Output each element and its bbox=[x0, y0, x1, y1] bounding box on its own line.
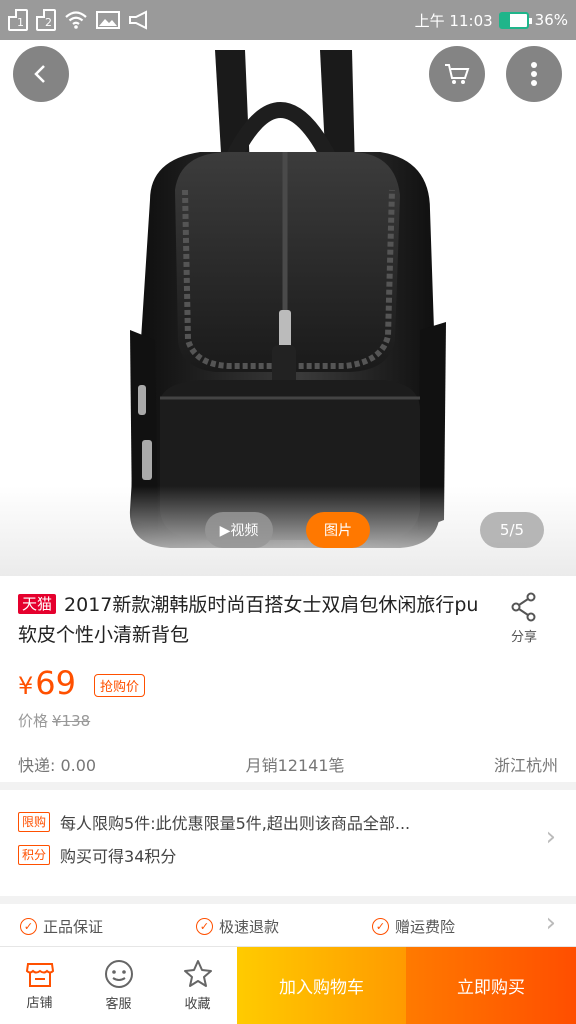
chevron-right-icon: › bbox=[545, 822, 556, 852]
gallery-notification-icon bbox=[96, 11, 120, 29]
original-price-label: 价格 bbox=[18, 712, 49, 730]
delivery-meta-row: 快递: 0.00 月销12141笔 浙江杭州 bbox=[18, 752, 558, 776]
store-label: 店铺 bbox=[26, 996, 53, 1011]
price-currency: ¥ bbox=[18, 672, 34, 700]
sim1-icon: 1 bbox=[8, 9, 28, 31]
video-tab[interactable]: ▶视频 bbox=[205, 512, 273, 548]
original-price: 价格 ¥138 bbox=[18, 710, 90, 731]
favorite-button[interactable]: 收藏 bbox=[158, 947, 237, 1024]
promotion-points-tag: 积分 bbox=[18, 845, 51, 865]
store-icon bbox=[25, 963, 54, 987]
battery-icon bbox=[498, 11, 532, 29]
video-tab-label: ▶视频 bbox=[219, 523, 259, 539]
ship-location: 浙江杭州 bbox=[493, 756, 558, 775]
current-price: ¥ 69 bbox=[18, 664, 76, 702]
shopping-cart-icon bbox=[445, 64, 470, 84]
share-button[interactable]: 分享 bbox=[502, 592, 546, 645]
original-price-value: ¥138 bbox=[52, 712, 91, 730]
sim2-label: 2 bbox=[45, 16, 52, 29]
product-title: 天猫 2017新款潮韩版时尚百搭女士双肩包休闲旅行pu软皮个性小清新背包 bbox=[18, 590, 488, 650]
battery-fill bbox=[500, 13, 511, 27]
sim1-label: 1 bbox=[17, 16, 24, 29]
wifi-icon bbox=[65, 11, 87, 29]
star-icon bbox=[183, 960, 212, 987]
product-title-text: 2017新款潮韩版时尚百搭女士双肩包休闲旅行pu软皮个性小清新背包 bbox=[18, 594, 479, 646]
buy-now-label: 立即购买 bbox=[457, 978, 525, 998]
price-value: 69 bbox=[35, 664, 76, 702]
buy-now-button[interactable]: 立即购买 bbox=[406, 947, 576, 1024]
bottom-action-bar: 店铺 客服 收藏 加入购物车 立即购买 bbox=[0, 946, 576, 1024]
add-to-cart-button[interactable]: 加入购物车 bbox=[237, 947, 406, 1024]
shipping-fee: 快递: 0.00 bbox=[18, 756, 97, 775]
monthly-sales: 月销12141笔 bbox=[245, 756, 345, 775]
product-image-gallery[interactable]: ▶视频 图片 5/5 bbox=[0, 40, 576, 576]
volume-notification-icon bbox=[129, 10, 147, 30]
promotions-section[interactable]: 限购 每人限购5件:此优惠限量5件,超出则该商品全部... 积分 购买可得34积… bbox=[0, 790, 576, 896]
customer-service-button[interactable]: 客服 bbox=[79, 947, 158, 1024]
customer-service-icon bbox=[104, 960, 133, 988]
promotion-points-text: 购买可得34积分 bbox=[60, 847, 177, 866]
page-indicator: 5/5 bbox=[480, 512, 544, 548]
share-icon bbox=[511, 592, 536, 622]
back-button[interactable] bbox=[13, 46, 69, 102]
chevron-left-icon bbox=[34, 65, 45, 83]
page-indicator-label: 5/5 bbox=[499, 521, 525, 539]
photo-tab-label: 图片 bbox=[324, 523, 352, 539]
more-button[interactable] bbox=[506, 46, 562, 102]
promotion-limit-tag: 限购 bbox=[18, 812, 51, 832]
more-vertical-icon bbox=[531, 62, 537, 86]
product-info: 天猫 2017新款潮韩版时尚百搭女士双肩包休闲旅行pu软皮个性小清新背包 分享 ¥… bbox=[0, 576, 576, 782]
cart-button[interactable] bbox=[429, 46, 485, 102]
chevron-right-icon: › bbox=[545, 908, 556, 938]
guarantee-genuine-label: 正品保证 bbox=[43, 917, 104, 936]
check-circle-icon: ✓ bbox=[372, 917, 389, 935]
store-button[interactable]: 店铺 bbox=[0, 947, 79, 1024]
add-to-cart-label: 加入购物车 bbox=[279, 978, 364, 998]
tmall-badge: 天猫 bbox=[18, 594, 57, 614]
check-circle-icon: ✓ bbox=[20, 917, 37, 935]
guarantee-refund: ✓ 极速退款 bbox=[196, 916, 279, 937]
check-circle-icon: ✓ bbox=[196, 917, 213, 935]
flash-sale-badge: 抢购价 bbox=[94, 674, 146, 697]
guarantee-genuine: ✓ 正品保证 bbox=[20, 916, 103, 937]
sim2-icon: 2 bbox=[36, 9, 56, 31]
guarantee-refund-label: 极速退款 bbox=[219, 917, 280, 936]
clock: 上午 11:03 bbox=[414, 11, 493, 30]
status-bar: 1 2 上午 11:03 36% bbox=[0, 0, 576, 40]
photo-tab[interactable]: 图片 bbox=[306, 512, 370, 548]
promotion-limit-row: 限购 每人限购5件:此优惠限量5件,超出则该商品全部... bbox=[18, 810, 410, 834]
promotion-limit-text: 每人限购5件:此优惠限量5件,超出则该商品全部... bbox=[60, 814, 411, 833]
share-label: 分享 bbox=[510, 630, 537, 645]
favorite-label: 收藏 bbox=[184, 997, 211, 1012]
promotion-points-row: 积分 购买可得34积分 bbox=[18, 843, 176, 867]
guarantee-shipping-insurance: ✓ 赠运费险 bbox=[372, 916, 455, 937]
battery-percent: 36% bbox=[534, 11, 568, 29]
guarantees-row[interactable]: ✓ 正品保证 ✓ 极速退款 ✓ 赠运费险 › bbox=[0, 904, 576, 948]
customer-service-label: 客服 bbox=[105, 997, 132, 1012]
guarantee-shipping-insurance-label: 赠运费险 bbox=[395, 917, 456, 936]
